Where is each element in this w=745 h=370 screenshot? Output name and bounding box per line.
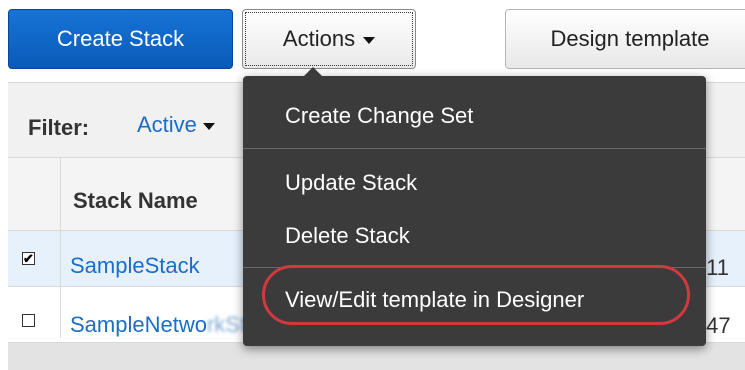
design-template-button[interactable]: Design template (505, 9, 745, 69)
table-footer (8, 343, 745, 370)
cloudformation-stacks-view: Create Stack Actions Design template Fil… (0, 0, 745, 370)
stack-name-visible: SampleNetwo (70, 312, 207, 337)
actions-dropdown-menu: Create Change Set Update Stack Delete St… (243, 67, 706, 346)
filter-dropdown[interactable]: Active (137, 112, 215, 138)
menu-item-update-stack[interactable]: Update Stack (285, 170, 417, 196)
row-checkbox[interactable]: ✔ (22, 252, 35, 265)
design-template-label: Design template (550, 26, 710, 51)
checkmark-icon: ✔ (23, 251, 34, 266)
menu-item-delete-stack[interactable]: Delete Stack (285, 223, 410, 249)
row-checkbox[interactable] (22, 314, 35, 327)
chevron-down-icon (202, 123, 215, 130)
menu-divider (243, 148, 706, 149)
create-stack-button[interactable]: Create Stack (8, 9, 233, 69)
filter-label: Filter: (28, 115, 90, 140)
chevron-down-icon (363, 37, 376, 44)
actions-label: Actions (282, 26, 356, 51)
column-header-stack-name[interactable]: Stack Name (73, 188, 198, 214)
create-stack-label: Create Stack (56, 26, 185, 51)
menu-item-create-change-set[interactable]: Create Change Set (285, 103, 473, 129)
menu-item-view-edit-in-designer[interactable]: View/Edit template in Designer (285, 287, 584, 313)
stack-name-link[interactable]: SampleStack (70, 253, 200, 279)
actions-button[interactable]: Actions (242, 9, 416, 69)
column-divider (60, 158, 61, 338)
menu-divider (243, 267, 706, 268)
filter-value: Active (137, 112, 197, 137)
